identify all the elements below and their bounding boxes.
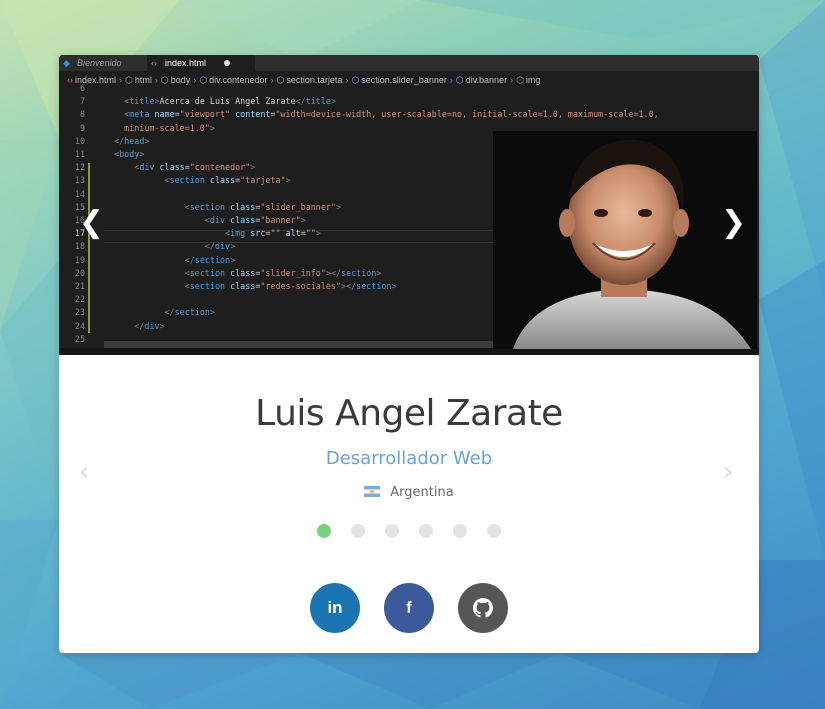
argentina-flag-icon bbox=[364, 486, 381, 497]
slider-dot[interactable] bbox=[487, 524, 501, 538]
line-number: 10 bbox=[74, 135, 85, 146]
line-number: 25 bbox=[74, 333, 85, 344]
code-text: </div> bbox=[204, 241, 236, 252]
portrait-image bbox=[493, 131, 757, 349]
banner-prev-arrow-icon[interactable]: ❮ bbox=[79, 205, 104, 240]
profile-role: Desarrollador Web bbox=[325, 448, 493, 469]
line-number: 24 bbox=[74, 320, 85, 331]
facebook-button[interactable]: f bbox=[384, 583, 434, 633]
line-number: 12 bbox=[74, 162, 85, 173]
slider-prev-arrow-icon[interactable]: ‹ bbox=[79, 457, 89, 487]
code-line: 6 bbox=[59, 82, 759, 95]
banner-next-arrow-icon[interactable]: ❯ bbox=[721, 205, 746, 240]
code-text: <section class="tarjeta"> bbox=[164, 175, 291, 186]
code-line: 8 <meta name="viewport" content="width=d… bbox=[59, 108, 759, 121]
line-number: 14 bbox=[74, 188, 85, 199]
line-number: 13 bbox=[74, 175, 85, 186]
profile-name: Luis Angel Zarate bbox=[255, 393, 563, 434]
code-text: <section class="redes-sociales"></sectio… bbox=[184, 281, 397, 291]
line-number: 7 bbox=[79, 96, 85, 107]
github-button[interactable] bbox=[458, 583, 508, 633]
editor-tabbar: ◆ Bienvenido ‹› index.html bbox=[59, 55, 759, 71]
line-number: 19 bbox=[74, 254, 85, 265]
slider-dot[interactable] bbox=[385, 524, 399, 538]
line-number: 22 bbox=[74, 294, 85, 305]
code-text: <section class="slider_info"></section> bbox=[184, 267, 382, 278]
code-text: <div class="contenedor"> bbox=[134, 162, 256, 173]
line-number: 9 bbox=[79, 122, 85, 133]
vscode-icon: ◆ bbox=[63, 58, 70, 68]
line-number: 6 bbox=[79, 83, 85, 93]
code-line: 7 <title>Acerca de Luis Angel Zarate</ti… bbox=[59, 95, 759, 108]
line-number: 21 bbox=[74, 281, 85, 291]
code-text: </section> bbox=[164, 307, 215, 318]
unsaved-dot-icon bbox=[224, 60, 230, 66]
social-links: in f bbox=[59, 583, 759, 633]
code-text: </section> bbox=[184, 254, 236, 265]
line-number: 8 bbox=[79, 109, 85, 120]
code-text: minium-scale=1.0"> bbox=[124, 122, 215, 133]
code-text: <body> bbox=[114, 149, 145, 159]
profile-photo bbox=[493, 131, 757, 349]
code-text: <img src="" alt=""> bbox=[225, 228, 321, 239]
github-icon bbox=[473, 598, 493, 618]
profile-country: Argentina bbox=[59, 485, 759, 500]
banner-bottom-strip bbox=[59, 348, 759, 355]
linkedin-icon: in bbox=[327, 598, 343, 617]
code-text: <meta name="viewport" content="width=dev… bbox=[124, 109, 659, 120]
line-number: 18 bbox=[74, 241, 85, 252]
profile-card: ◆ Bienvenido ‹› index.html ‹› index.html ›… bbox=[59, 55, 759, 653]
slider-dot[interactable] bbox=[419, 524, 433, 538]
line-number: 23 bbox=[74, 307, 85, 318]
slider-dot[interactable] bbox=[317, 524, 331, 538]
code-text: <div class="banner"> bbox=[204, 215, 306, 225]
line-number: 11 bbox=[74, 149, 85, 159]
html-icon: ‹› bbox=[151, 58, 157, 68]
linkedin-button[interactable]: in bbox=[310, 583, 360, 633]
slider-dot[interactable] bbox=[351, 524, 365, 538]
code-text: <section class="slider_banner"> bbox=[184, 201, 342, 212]
slider-pagination bbox=[59, 524, 759, 538]
slider-banner: ◆ Bienvenido ‹› index.html ‹› index.html ›… bbox=[59, 55, 759, 355]
tab-bienvenido: ◆ Bienvenido bbox=[59, 55, 147, 71]
code-text: </head> bbox=[114, 135, 150, 146]
code-text: </div> bbox=[134, 320, 165, 331]
facebook-icon: f bbox=[406, 598, 412, 617]
code-text: <title>Acerca de Luis Angel Zarate</titl… bbox=[124, 96, 336, 107]
slider-next-arrow-icon[interactable]: › bbox=[723, 457, 733, 487]
tab-index-html: ‹› index.html bbox=[147, 55, 255, 71]
line-number: 20 bbox=[74, 267, 85, 278]
slider-dot[interactable] bbox=[453, 524, 467, 538]
